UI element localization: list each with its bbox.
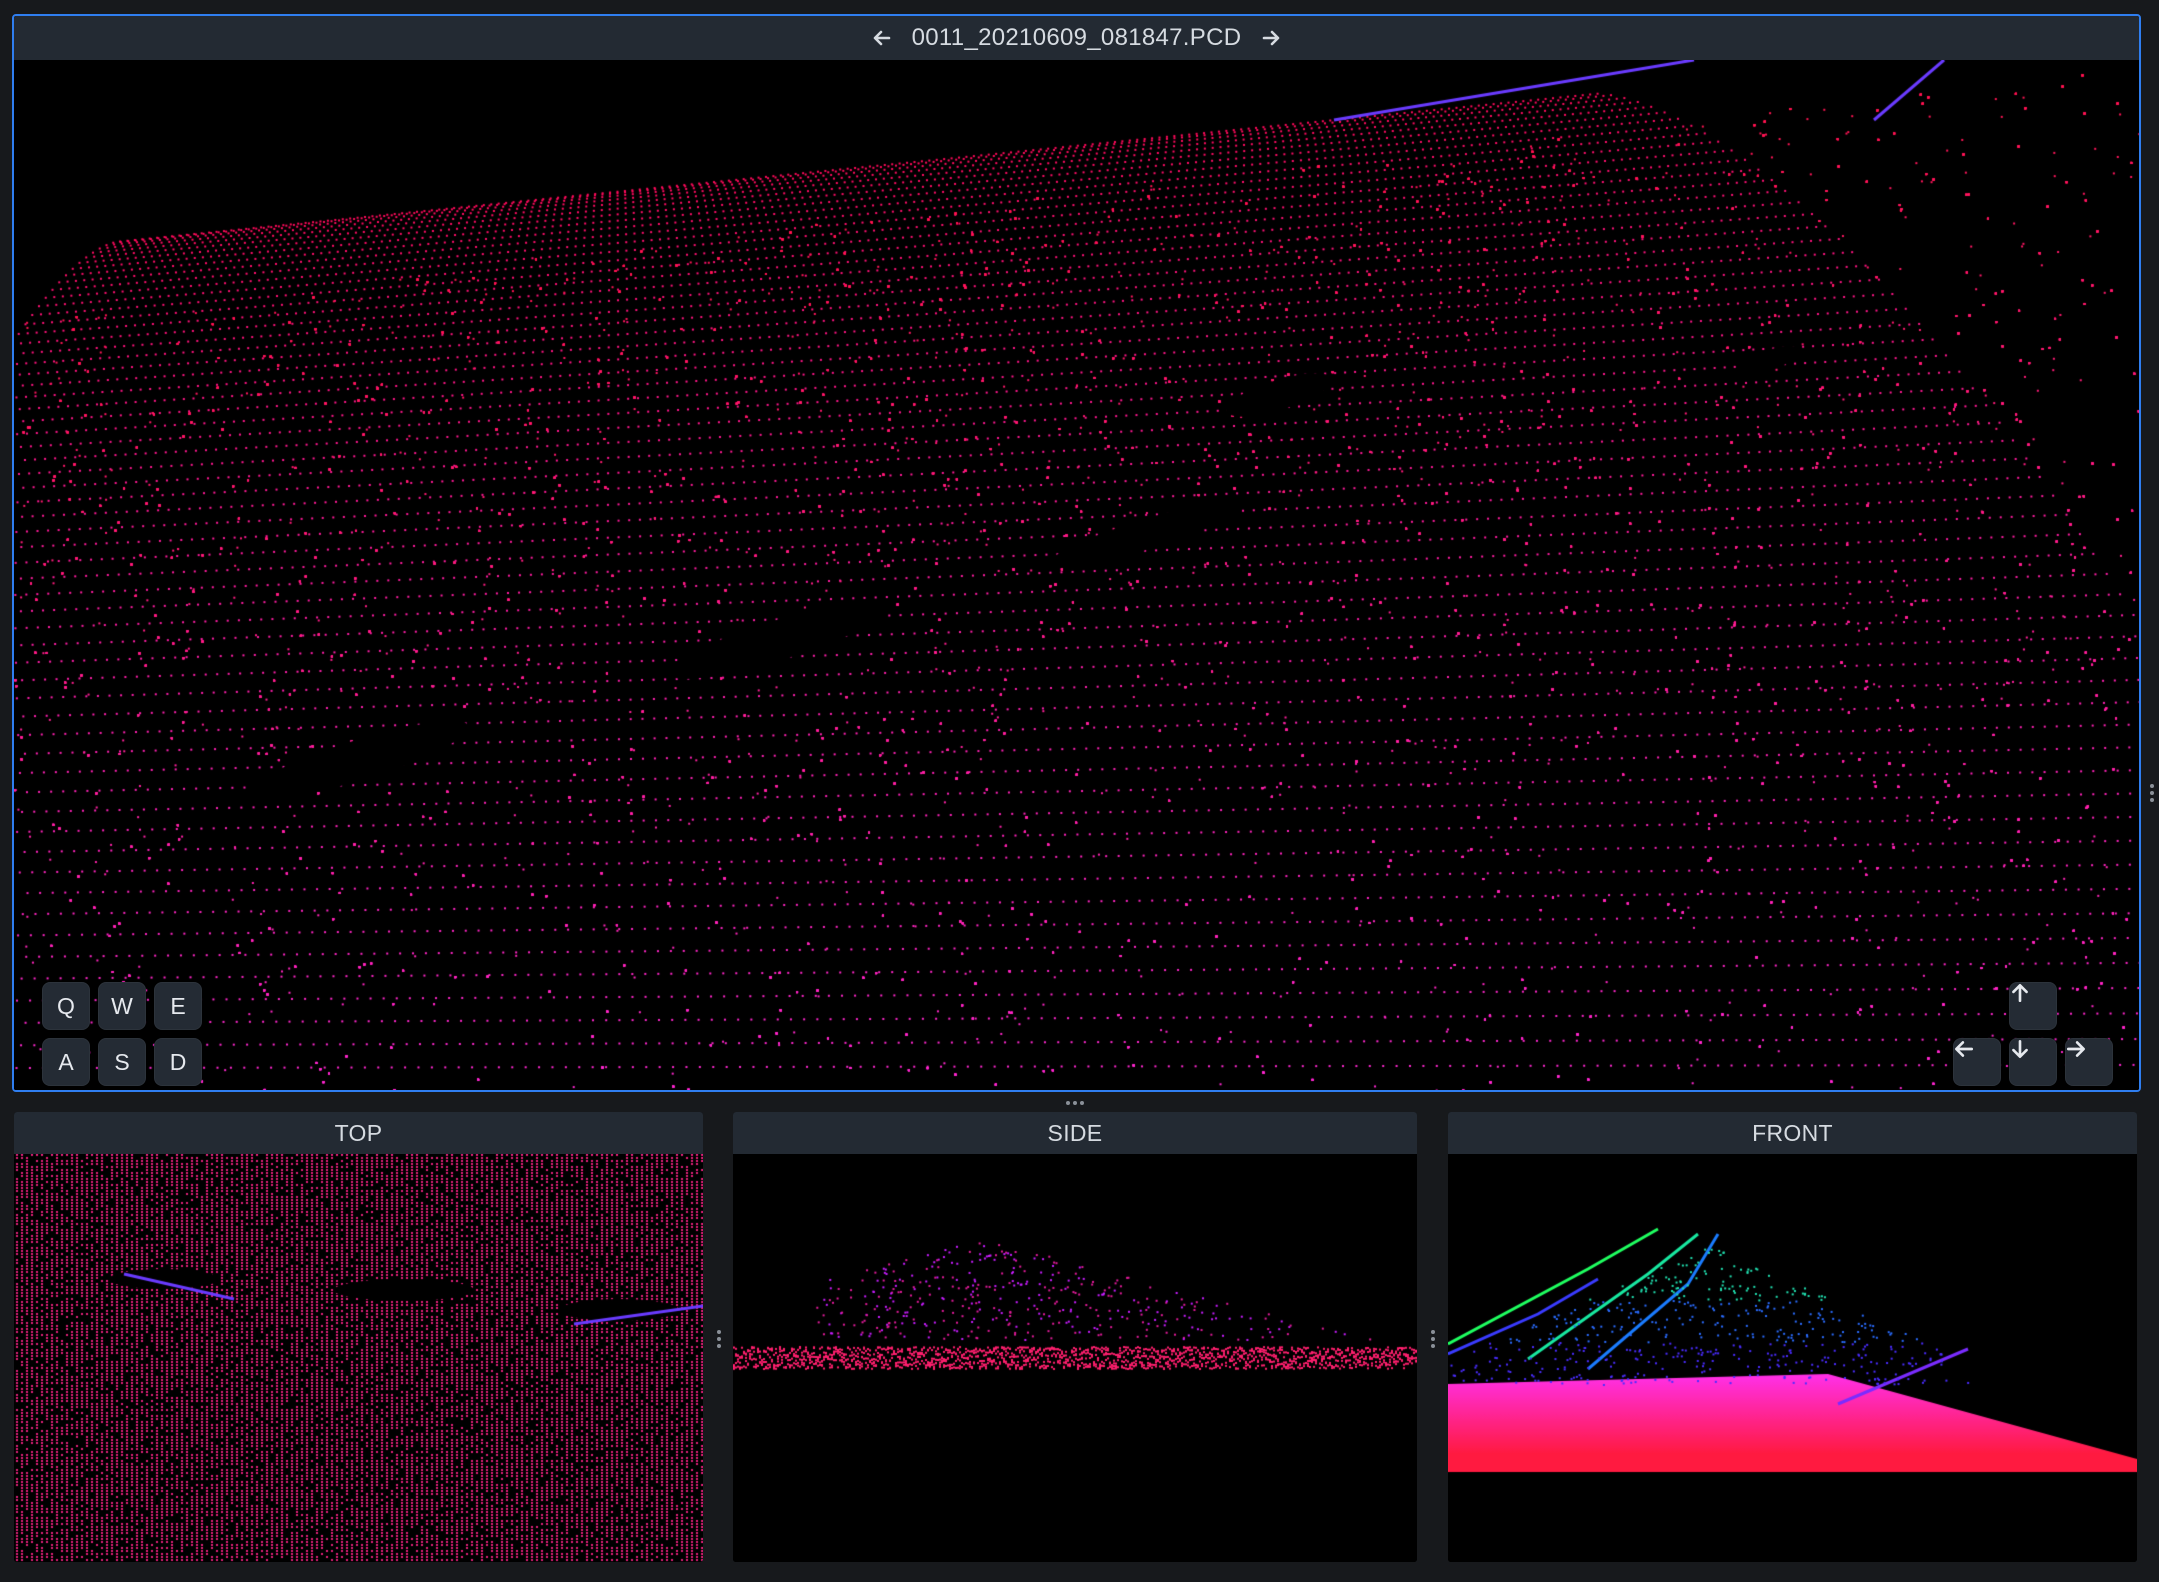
next-file-button[interactable] — [1259, 26, 1283, 50]
main-3d-view[interactable]: 0011_20210609_081847.PCD Q W E A S D — [12, 14, 2141, 1092]
front-view-title: FRONT — [1752, 1119, 1833, 1146]
key-e-button[interactable]: E — [154, 982, 202, 1030]
top-view-panel[interactable]: TOP — [14, 1112, 703, 1562]
arrow-up-icon — [2012, 983, 2028, 1003]
top-side-resize-handle[interactable] — [717, 1330, 721, 1348]
side-view-title: SIDE — [1047, 1119, 1103, 1146]
right-resize-handle[interactable] — [2150, 784, 2154, 802]
key-w-button[interactable]: W — [98, 982, 146, 1030]
front-point-cloud — [1448, 1154, 2137, 1562]
top-view-header: TOP — [14, 1112, 703, 1154]
previous-file-button[interactable] — [870, 26, 894, 50]
front-view-header: FRONT — [1448, 1112, 2137, 1154]
key-d-button[interactable]: D — [154, 1038, 202, 1086]
perspective-point-cloud — [14, 60, 2139, 1090]
key-q-button[interactable]: Q — [42, 982, 90, 1030]
camera-left-button[interactable] — [1953, 1038, 2001, 1086]
file-name: 0011_20210609_081847.PCD — [911, 24, 1242, 51]
camera-up-button[interactable] — [2009, 982, 2057, 1030]
camera-right-button[interactable] — [2065, 1038, 2113, 1086]
top-view-title: TOP — [334, 1119, 383, 1146]
arrow-down-icon — [2012, 1039, 2028, 1059]
arrow-right-icon — [1263, 30, 1280, 46]
point-cloud-canvas[interactable]: Q W E A S D — [14, 60, 2139, 1090]
key-a-button[interactable]: A — [42, 1038, 90, 1086]
main-view-header: 0011_20210609_081847.PCD — [14, 16, 2139, 60]
horizontal-resize-handle[interactable] — [1066, 1101, 1084, 1105]
arrow-right-icon — [2066, 1041, 2086, 1057]
side-view-canvas[interactable] — [733, 1154, 1417, 1562]
arrow-left-icon — [1954, 1041, 1974, 1057]
side-view-header: SIDE — [733, 1112, 1417, 1154]
top-point-cloud — [14, 1154, 703, 1562]
side-point-cloud — [733, 1154, 1417, 1562]
front-view-panel[interactable]: FRONT — [1448, 1112, 2137, 1562]
arrow-left-icon — [873, 30, 890, 46]
side-view-panel[interactable]: SIDE — [733, 1112, 1417, 1562]
camera-down-button[interactable] — [2009, 1038, 2057, 1086]
side-front-resize-handle[interactable] — [1431, 1330, 1435, 1348]
top-view-canvas[interactable] — [14, 1154, 703, 1562]
key-s-button[interactable]: S — [98, 1038, 146, 1086]
front-view-canvas[interactable] — [1448, 1154, 2137, 1562]
